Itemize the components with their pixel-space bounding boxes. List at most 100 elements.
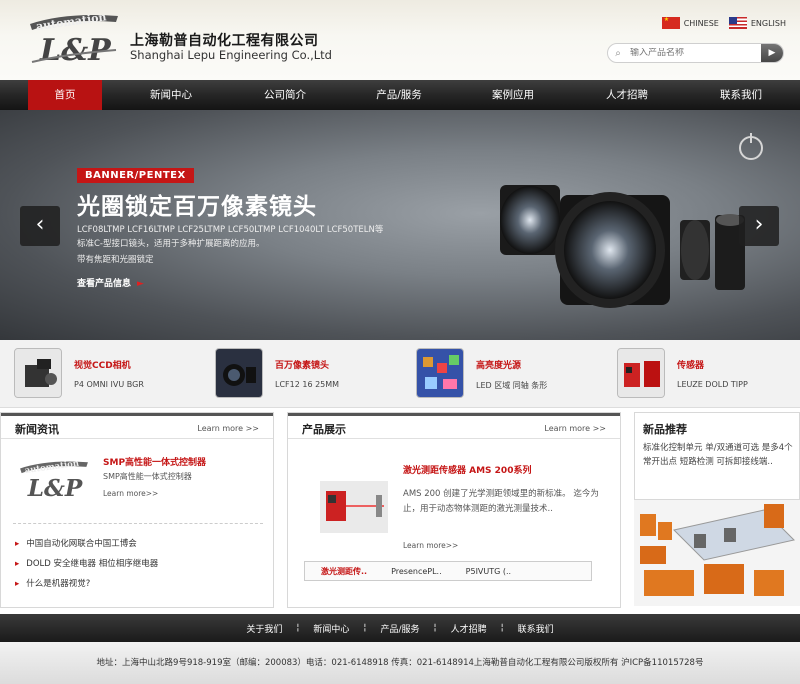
category-desc: LEUZE DOLD TIPP [677, 380, 748, 389]
category-title: 高亮度光源 [476, 361, 522, 371]
news-item[interactable]: ▸ DOLD 安全继电器 相位相序继电器 [15, 557, 158, 569]
news-item-label: DOLD 安全继电器 相位相序继电器 [26, 559, 159, 569]
news-item[interactable]: ▸ 中国自动化网联合中国工博会 [15, 537, 137, 549]
recommend-product-image[interactable] [634, 500, 800, 606]
company-name-en: Shanghai Lepu Engineering Co.,Ltd [130, 48, 332, 62]
news-panel: 新闻资讯 Learn more >> automation L&P SMP高性能… [0, 412, 274, 608]
product-featured-more[interactable]: Learn more>> [403, 541, 458, 550]
news-featured-logo: automation L&P [17, 453, 91, 507]
nav-products[interactable]: 产品/服务 [342, 80, 456, 110]
banner-brand-tag: BANNER/PENTEX [77, 168, 194, 183]
banner-title: 光圈锁定百万像素镜头 [77, 194, 317, 220]
banner-prev-button[interactable]: ‹ [20, 206, 60, 246]
footer-link-about[interactable]: 关于我们 [232, 622, 296, 635]
products-title: 产品展示 [302, 423, 346, 436]
chevron-left-icon: ‹ [35, 212, 45, 237]
search-icon: ⌕ [615, 47, 621, 59]
footer-link-jobs[interactable]: 人才招聘 [437, 622, 501, 635]
news-more-link[interactable]: Learn more >> [197, 424, 259, 433]
bullet-icon: ▸ [15, 579, 20, 589]
footer-link-products[interactable]: 产品/服务 [366, 622, 433, 635]
svg-text:L&P: L&P [27, 475, 83, 502]
recommend-desc: 标准化控制单元 单/双通道可选 是多4个常开出点 短路检测 可拆卸接线端.. [643, 443, 793, 467]
arrow-right-icon: ▶ [768, 48, 776, 58]
lens-product-image [490, 165, 750, 320]
category-sensor[interactable]: 传感器 LEUZE DOLD TIPP [603, 348, 800, 400]
svg-text:automation: automation [24, 458, 79, 476]
products-panel: 产品展示 Learn more >> 激光测距传感器 AMS 200系列 AMS… [287, 412, 621, 608]
nav-about[interactable]: 公司简介 [228, 80, 342, 110]
marquee-item[interactable]: P5IVUTG (.. [466, 567, 511, 576]
main-nav: 首页 新闻中心 公司简介 产品/服务 案例应用 人才招聘 联系我们 [0, 80, 800, 110]
category-desc: P4 OMNI IVU BGR [74, 380, 144, 389]
china-flag-icon [661, 16, 680, 29]
nav-contact[interactable]: 联系我们 [684, 80, 798, 110]
news-featured-desc: SMP高性能一体式控制器 [103, 472, 192, 481]
nav-cases[interactable]: 案例应用 [456, 80, 570, 110]
footer-nav: 关于我们 ¦ 新闻中心 ¦ 产品/服务 ¦ 人才招聘 ¦ 联系我们 [0, 614, 800, 642]
ccd-camera-thumb [14, 348, 62, 398]
news-featured-more[interactable]: Learn more>> [103, 489, 158, 498]
recommend-title: 新品推荐 [643, 423, 687, 436]
bullet-icon: ▸ [15, 559, 20, 569]
footer-copyright: 地址：上海中山北路9号918-919室（邮编：200083）电话：021-614… [0, 642, 800, 684]
footer-link-news[interactable]: 新闻中心 [299, 622, 363, 635]
lang-chinese-label: CHINESE [683, 18, 719, 28]
search-submit-button[interactable]: ▶ [761, 44, 783, 62]
category-title: 传感器 [677, 361, 705, 371]
marquee-item[interactable]: PresencePL.. [391, 567, 442, 576]
news-item[interactable]: ▸ 什么是机器视觉? [15, 577, 90, 589]
red-arrow-icon: ► [137, 279, 144, 289]
company-logo[interactable]: automation L&P [26, 10, 122, 68]
marquee-item[interactable]: 激光测距传.. [321, 566, 367, 577]
product-marquee: 激光测距传.. PresencePL.. P5IVUTG (.. [304, 561, 592, 581]
lang-english-label: ENGLISH [750, 18, 786, 28]
sensor-thumb [617, 348, 665, 398]
news-title: 新闻资讯 [15, 423, 59, 436]
category-desc: LED 区域 同轴 条形 [476, 381, 548, 390]
banner-more-link[interactable]: 查看产品信息 ► [77, 276, 144, 289]
product-category-strip: 视觉CCD相机 P4 OMNI IVU BGR 百万像素镜头 LCF12 16 … [0, 340, 800, 408]
light-source-thumb [416, 348, 464, 398]
nav-home[interactable]: 首页 [28, 80, 102, 110]
news-featured-title[interactable]: SMP高性能一体式控制器 [103, 455, 206, 468]
search-input[interactable] [628, 48, 761, 58]
news-header: 新闻资讯 Learn more >> [1, 413, 273, 439]
hero-banner: BANNER/PENTEX 光圈锁定百万像素镜头 LCF08LTMP LCF16… [0, 110, 800, 340]
category-ccd-camera[interactable]: 视觉CCD相机 P4 OMNI IVU BGR [0, 348, 200, 400]
banner-models: LCF08LTMP LCF16LTMP LCF25LTMP LCF50LTMP … [77, 225, 384, 235]
lens-thumb [215, 348, 263, 398]
product-featured-title[interactable]: 激光测距传感器 AMS 200系列 [403, 463, 531, 476]
banner-desc-1: 标准C-型接口镜头，适用于多种扩展距离的应用。 [77, 239, 265, 249]
news-item-label: 什么是机器视觉? [26, 579, 91, 589]
svg-text:automation: automation [35, 10, 107, 33]
header: automation L&P 上海勒普自动化工程有限公司 Shanghai Le… [0, 0, 800, 80]
category-megapixel-lens[interactable]: 百万像素镜头 LCF12 16 25MM [201, 348, 401, 400]
nav-jobs[interactable]: 人才招聘 [570, 80, 684, 110]
category-desc: LCF12 16 25MM [275, 380, 340, 389]
recommend-panel: 新品推荐 标准化控制单元 单/双通道可选 是多4个常开出点 短路检测 可拆卸接线… [634, 412, 800, 500]
lang-chinese[interactable]: CHINESE [661, 16, 719, 29]
category-title: 百万像素镜头 [275, 361, 330, 371]
banner-desc-2: 带有焦距和光圈锁定 [77, 255, 154, 265]
category-title: 视觉CCD相机 [74, 361, 131, 371]
footer-link-contact[interactable]: 联系我们 [504, 622, 568, 635]
divider [13, 523, 263, 524]
category-light-source[interactable]: 高亮度光源 LED 区域 同轴 条形 [402, 348, 602, 400]
lang-english[interactable]: ENGLISH [728, 17, 786, 29]
products-header: 产品展示 Learn more >> [288, 413, 620, 439]
chevron-right-icon: › [754, 212, 764, 237]
bullet-icon: ▸ [15, 539, 20, 549]
product-featured-desc: AMS 200 创建了光学测距领域里的新标准。 迄今为止，用于动态物体测距的激光… [403, 489, 599, 514]
banner-next-button[interactable]: › [739, 206, 779, 246]
laser-sensor-image [320, 481, 388, 533]
banner-more-label: 查看产品信息 [77, 279, 132, 289]
products-more-link[interactable]: Learn more >> [544, 424, 606, 433]
company-name-cn: 上海勒普自动化工程有限公司 [130, 33, 319, 49]
news-item-label: 中国自动化网联合中国工博会 [26, 539, 137, 549]
search-box: ⌕ ▶ [607, 43, 784, 63]
nav-news[interactable]: 新闻中心 [114, 80, 228, 110]
language-switcher: CHINESE ENGLISH [661, 16, 786, 29]
us-flag-icon [728, 17, 747, 29]
power-icon[interactable] [739, 133, 763, 160]
